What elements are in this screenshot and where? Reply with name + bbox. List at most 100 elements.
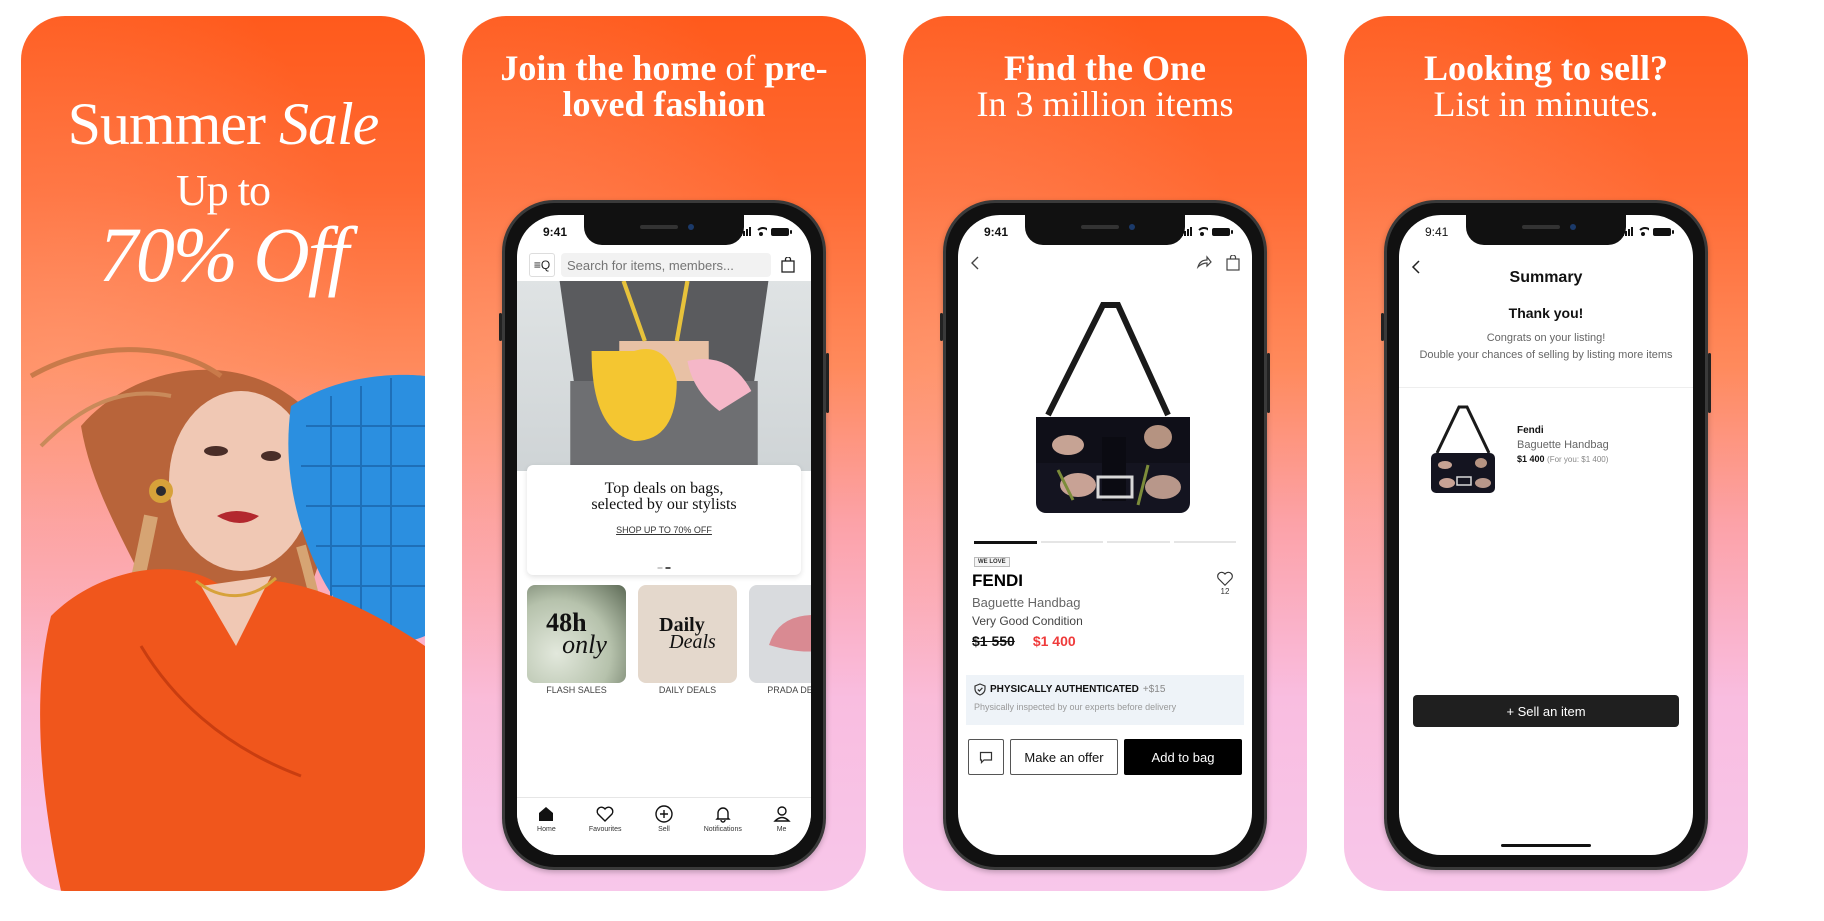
headline-list-in-minutes: List in minutes. — [1433, 84, 1659, 124]
product-name: Baguette Handbag — [972, 595, 1081, 610]
shopping-bag-icon[interactable] — [1226, 255, 1240, 271]
like-count: 12 — [1220, 587, 1230, 596]
add-to-bag-button[interactable]: Add to bag — [1124, 739, 1242, 775]
product-nav-bar — [958, 255, 1252, 279]
category-tiles: 48h only Daily Deals — [527, 585, 811, 683]
tile-label: FLASH SALES — [546, 685, 607, 695]
congrats-line: Double your chances of selling by listin… — [1419, 348, 1673, 361]
chat-bubble-icon — [979, 751, 993, 764]
tile-label: DAILY DEALS — [658, 685, 717, 695]
tile-label: PRADA DEALS — [767, 685, 811, 695]
wifi-icon — [1196, 227, 1208, 236]
status-time: 9:41 — [984, 225, 1009, 239]
status-time: 9:41 — [1425, 225, 1449, 239]
tile-daily-deals[interactable]: Daily Deals — [638, 585, 737, 683]
filter-search-button[interactable]: ≡Q — [529, 253, 555, 277]
tab-notifications[interactable]: Notifications — [695, 804, 751, 855]
hero-banner-image[interactable] — [517, 281, 811, 471]
phone-side-button — [499, 313, 502, 341]
headline-find-the-one: Find the One — [1003, 48, 1207, 88]
headline-text: of — [716, 48, 765, 88]
tile-flash-sales[interactable]: 48h only — [527, 585, 626, 683]
back-chevron-icon[interactable] — [970, 255, 980, 271]
promo-card-sell: Looking to sell? List in minutes. 9:41 S… — [1344, 16, 1748, 891]
divider — [1399, 387, 1693, 388]
phone-notch — [1025, 215, 1185, 245]
search-input[interactable] — [561, 253, 771, 277]
auth-description: Physically inspected by our experts befo… — [974, 702, 1177, 712]
headline-up-to: Up to — [176, 166, 271, 215]
plus-circle-icon — [655, 805, 673, 823]
wifi-icon — [755, 227, 767, 236]
heart-icon — [1217, 571, 1233, 587]
headline-join: Join the home of pre- — [462, 50, 866, 86]
message-seller-button[interactable] — [968, 739, 1004, 775]
product-image-fendi-baguette[interactable] — [998, 295, 1218, 525]
heart-icon — [596, 806, 614, 822]
tab-label: Me — [776, 826, 787, 833]
bottom-tab-bar: Home Favourites Sell Notifications Me — [517, 797, 811, 855]
search-row: ≡Q — [529, 252, 799, 278]
tab-label: Favourites — [588, 826, 622, 833]
make-offer-button[interactable]: Make an offer — [1010, 739, 1118, 775]
battery-icon — [1212, 227, 1233, 236]
status-time: 9:41 — [543, 225, 568, 239]
price-row: $1 550 $1 400 — [972, 633, 1076, 649]
headline-looking-to-sell: Looking to sell? — [1423, 48, 1669, 88]
sale-price: $1 400 — [1032, 633, 1076, 649]
pink-bag-image — [769, 614, 811, 652]
shopping-bag-icon[interactable] — [777, 253, 799, 277]
product-brand: FENDI — [972, 571, 1023, 590]
original-price: $1 550 — [972, 633, 1015, 649]
deal-card[interactable]: Top deals on bags, selected by our styli… — [527, 465, 801, 575]
shop-deals-link[interactable]: SHOP UP TO 70% OFF — [616, 525, 712, 535]
tile-prada-deals[interactable] — [749, 585, 811, 683]
phone-side-button — [826, 353, 829, 413]
share-icon[interactable] — [1196, 255, 1212, 269]
carousel-dots — [657, 567, 671, 569]
authentication-option[interactable]: PHYSICALLY AUTHENTICATED +$15 Physically… — [966, 675, 1244, 725]
battery-icon — [771, 227, 792, 236]
battery-icon — [1653, 227, 1674, 236]
headline-summer-sale: Summer Sale — [21, 94, 425, 154]
tab-label: Notifications — [703, 826, 742, 833]
headline-text: Summer — [67, 91, 266, 157]
home-indicator — [1501, 844, 1591, 847]
tab-favourites[interactable]: Favourites — [577, 804, 633, 855]
listed-item-image — [1431, 405, 1495, 493]
shield-check-icon — [974, 683, 986, 696]
auth-price: +$15 — [1142, 684, 1166, 695]
item-brand: Fendi — [1517, 425, 1544, 436]
tab-home[interactable]: Home — [518, 804, 574, 855]
item-name: Baguette Handbag — [1517, 439, 1609, 451]
product-condition: Very Good Condition — [972, 614, 1083, 628]
promo-card-home: Join the home of pre- loved fashion 9:41… — [462, 16, 866, 891]
congrats-line: Congrats on your listing! — [1486, 332, 1606, 344]
deal-title-line: Top deals on bags, — [604, 480, 724, 497]
home-icon — [539, 807, 554, 821]
thank-you-heading: Thank you! — [1508, 305, 1584, 321]
headline-text: Join the home — [500, 48, 717, 88]
user-icon — [772, 806, 791, 822]
we-love-badge: WE LOVE — [974, 557, 1010, 567]
favourite-button[interactable]: 12 — [1216, 571, 1234, 596]
phone-side-button — [1267, 353, 1270, 413]
tab-sell[interactable]: Sell — [636, 804, 692, 855]
auth-title: PHYSICALLY AUTHENTICATED — [990, 684, 1139, 695]
headline-text: pre- — [764, 48, 828, 88]
tab-me[interactable]: Me — [754, 804, 810, 855]
category-labels: FLASH SALES DAILY DEALS PRADA DEALS — [527, 685, 811, 695]
phone-side-button — [1381, 313, 1384, 341]
phone-side-button — [940, 313, 943, 341]
sell-an-item-button[interactable]: + Sell an item — [1413, 695, 1679, 727]
headline-discount: 70% Off — [98, 211, 349, 298]
phone-notch — [1466, 215, 1626, 245]
item-price-row: $1 400 (For you: $1 400) — [1517, 454, 1609, 464]
phone-mockup: 9:41 Summary Thank you! Congrats on your… — [1381, 200, 1711, 870]
bell-icon — [715, 807, 731, 823]
phone-side-button — [1708, 353, 1711, 413]
phone-mockup: 9:41 ≡Q Search for items, members... Top… — [499, 200, 829, 870]
tile-art-text: only — [562, 630, 607, 659]
promo-card-product: Find the One In 3 million items 9:41 WE … — [903, 16, 1307, 891]
deal-title: Top deals on bags, selected by our styli… — [527, 481, 801, 513]
